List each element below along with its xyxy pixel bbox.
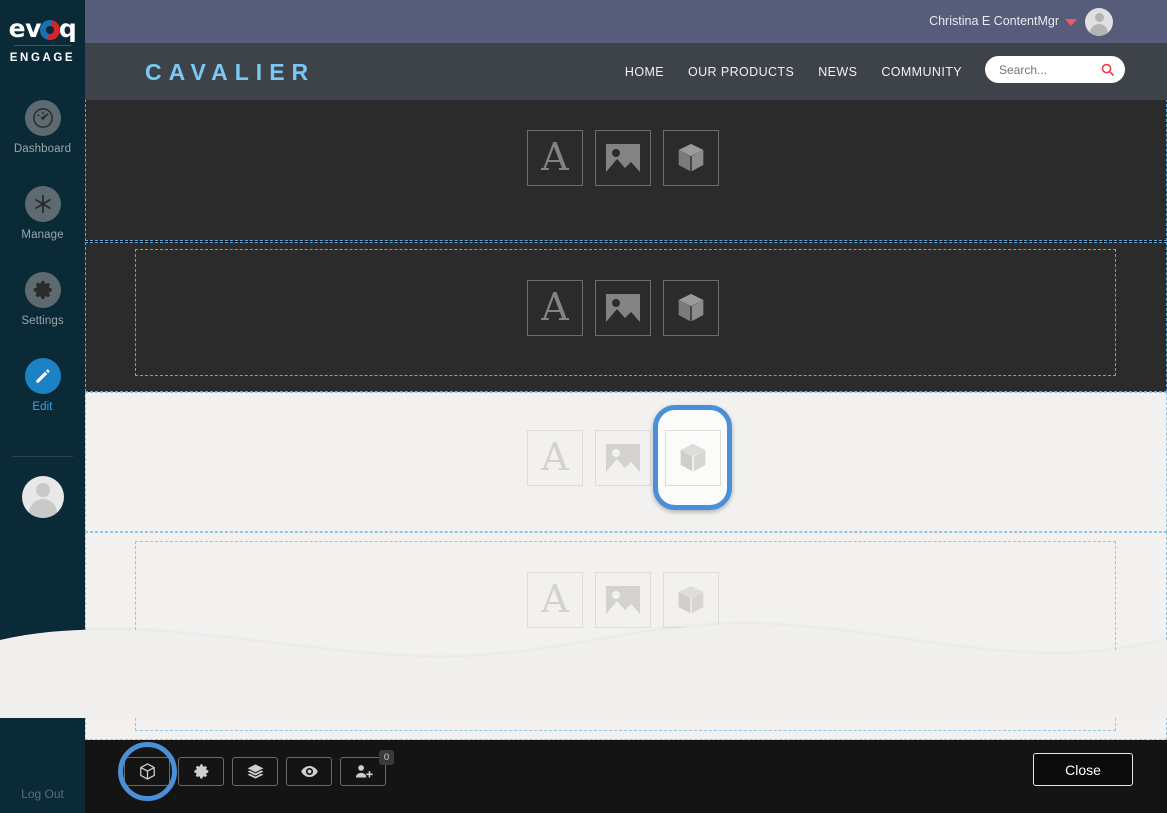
evoq-logo-o-mark xyxy=(39,20,60,40)
module-placeholder-row: A xyxy=(527,280,719,336)
site-navigation: HOME OUR PRODUCTS NEWS COMMUNITY xyxy=(625,65,962,79)
sidebar-item-label: Settings xyxy=(21,315,64,327)
generic-module-icon[interactable] xyxy=(663,572,719,628)
sidebar-item-manage[interactable]: Manage xyxy=(0,186,85,241)
search-magnifier-icon[interactable] xyxy=(1100,62,1115,77)
avatar-body xyxy=(1090,24,1108,36)
settings-button[interactable] xyxy=(178,757,224,786)
sidebar-item-label: Dashboard xyxy=(13,143,72,155)
evoq-logo-text: ev xyxy=(8,14,42,43)
avatar-head xyxy=(1094,13,1104,22)
image-module-icon[interactable] xyxy=(595,430,651,486)
edit-toolbar: 0 Close xyxy=(85,740,1167,813)
add-user-button[interactable]: 0 xyxy=(340,750,394,786)
chevron-down-icon[interactable] xyxy=(1065,19,1077,26)
text-module-icon[interactable]: A xyxy=(527,280,583,336)
close-button[interactable]: Close xyxy=(1033,753,1133,786)
text-module-icon[interactable]: A xyxy=(527,130,583,186)
gear-icon xyxy=(24,272,61,308)
sidebar-item-edit[interactable]: Edit xyxy=(0,358,85,413)
content-section[interactable]: A xyxy=(85,392,1167,532)
image-module-icon[interactable] xyxy=(595,130,651,186)
content-pane[interactable] xyxy=(135,541,1116,731)
sidebar-item-label: Manage xyxy=(21,229,64,241)
site-header: CAVALIER HOME OUR PRODUCTS NEWS COMMUNIT… xyxy=(85,43,1167,100)
site-search xyxy=(985,56,1125,83)
pencil-icon xyxy=(24,358,61,394)
user-avatar[interactable] xyxy=(1085,8,1113,36)
sidebar-avatar[interactable] xyxy=(22,476,64,518)
modules-button[interactable] xyxy=(124,757,170,786)
left-sidebar: ev q ENGAGE Dashboard Manage Settings Ed… xyxy=(0,0,85,813)
top-user-bar: Christina E ContentMgr xyxy=(85,0,1167,43)
sidebar-item-settings[interactable]: Settings xyxy=(0,272,85,327)
current-user-name[interactable]: Christina E ContentMgr xyxy=(929,14,1059,28)
selected-module-highlight[interactable] xyxy=(653,405,732,510)
content-section[interactable]: A xyxy=(85,100,1167,241)
generic-module-icon[interactable] xyxy=(663,130,719,186)
content-section[interactable]: A xyxy=(85,532,1167,740)
sidebar-item-label: Edit xyxy=(32,401,53,413)
evoq-edit-screen: ev q ENGAGE Dashboard Manage Settings Ed… xyxy=(0,0,1167,813)
text-module-icon[interactable]: A xyxy=(527,572,583,628)
evoq-logo[interactable]: ev q xyxy=(0,14,85,43)
nav-link-home[interactable]: HOME xyxy=(625,65,664,79)
image-module-icon[interactable] xyxy=(595,572,651,628)
page-edit-canvas: A A A A xyxy=(85,100,1167,740)
logout-link[interactable]: Log Out xyxy=(0,787,85,801)
avatar-head xyxy=(36,483,50,497)
text-module-icon[interactable]: A xyxy=(527,430,583,486)
nav-link-our-products[interactable]: OUR PRODUCTS xyxy=(688,65,794,79)
generic-module-icon[interactable] xyxy=(664,429,721,486)
search-input[interactable] xyxy=(999,56,1099,83)
site-logo[interactable]: CAVALIER xyxy=(145,59,315,86)
add-user-badge: 0 xyxy=(379,750,394,765)
avatar-body xyxy=(29,499,57,518)
generic-module-icon[interactable] xyxy=(663,280,719,336)
evoq-logo-text-end: q xyxy=(58,14,77,43)
sidebar-logo-divider xyxy=(14,45,71,46)
module-placeholder-row: A xyxy=(527,130,719,186)
evoq-engage-label: ENGAGE xyxy=(9,52,76,64)
preview-button[interactable] xyxy=(286,757,332,786)
sidebar-item-dashboard[interactable]: Dashboard xyxy=(0,100,85,155)
content-section[interactable]: A xyxy=(85,242,1167,392)
dashboard-gauge-icon xyxy=(24,100,61,136)
layers-button[interactable] xyxy=(232,757,278,786)
sidebar-section-divider xyxy=(12,456,73,457)
module-placeholder-row: A xyxy=(527,572,719,628)
nav-link-community[interactable]: COMMUNITY xyxy=(881,65,962,79)
image-module-icon[interactable] xyxy=(595,280,651,336)
nav-link-news[interactable]: NEWS xyxy=(818,65,857,79)
manage-asterisk-icon xyxy=(24,186,61,222)
